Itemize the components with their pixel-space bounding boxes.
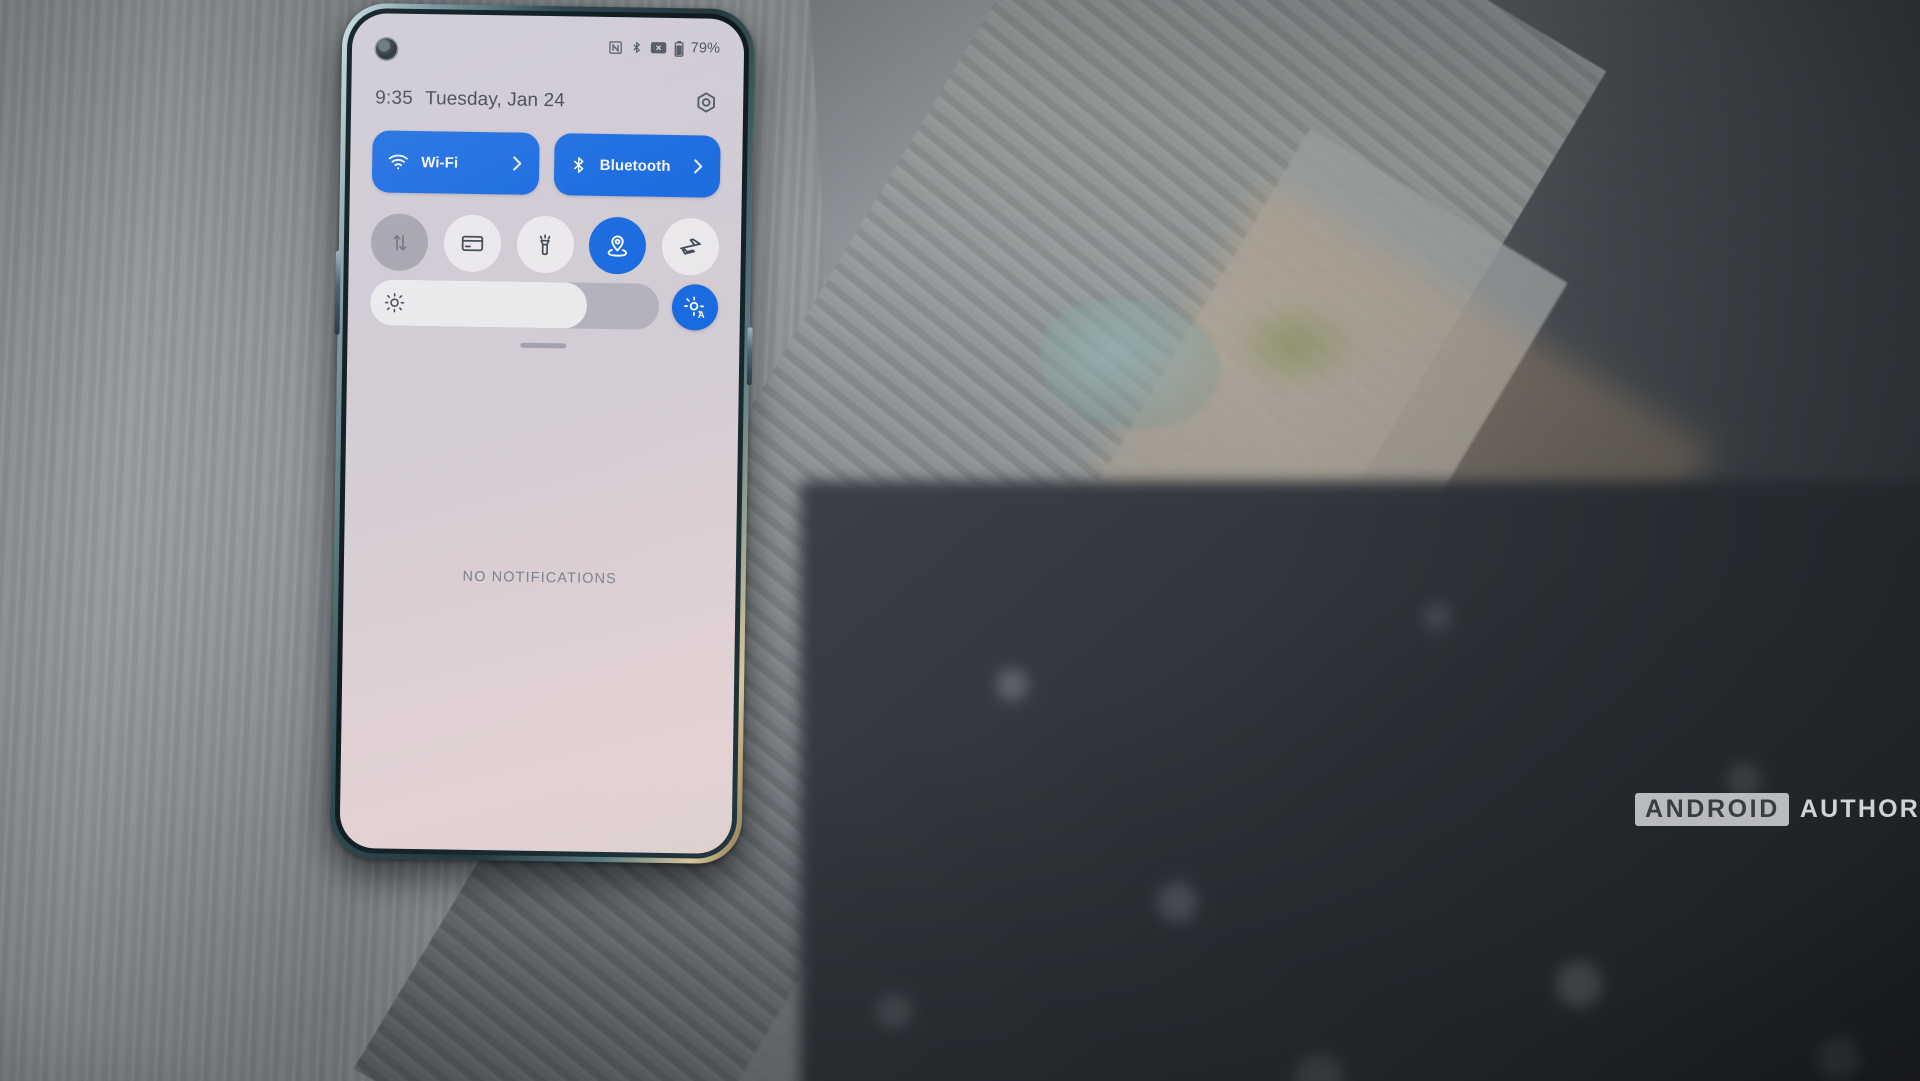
- brightness-row: A: [369, 279, 719, 331]
- chevron-right-icon[interactable]: [510, 154, 524, 172]
- brightness-icon: [384, 292, 405, 313]
- tile-wallet[interactable]: [443, 214, 502, 273]
- location-pin-icon: [607, 235, 628, 257]
- vibrate-mode-icon: [650, 42, 666, 54]
- tile-flashlight[interactable]: [516, 215, 574, 274]
- battery-icon: [674, 40, 684, 57]
- watermark: ANDROID AUTHORITY: [1635, 793, 1920, 826]
- auto-brightness-icon: A: [683, 295, 704, 319]
- power-button[interactable]: [746, 327, 753, 386]
- gear-icon[interactable]: [693, 90, 719, 116]
- watermark-brand-plain: AUTHORITY: [1799, 795, 1920, 823]
- phone-screen: 79% 9:35 Tuesday, Jan 24 Wi-Fi Bluetooth…: [339, 12, 745, 855]
- battery-percentage: 79%: [690, 40, 721, 57]
- brightness-slider[interactable]: [369, 279, 660, 330]
- chevron-right-icon[interactable]: [691, 157, 705, 175]
- date-label[interactable]: Tuesday, Jan 24: [425, 88, 565, 112]
- card-icon: [461, 235, 483, 252]
- svg-text:A: A: [697, 309, 704, 319]
- auto-brightness-button[interactable]: A: [671, 284, 719, 331]
- bluetooth-icon: [573, 156, 583, 173]
- airplane-icon: [680, 238, 701, 255]
- tile-mobile-data[interactable]: [370, 213, 429, 272]
- flashlight-icon: [539, 233, 551, 255]
- quick-settings-header: 9:35 Tuesday, Jan 24: [351, 85, 743, 117]
- bluetooth-pill[interactable]: Bluetooth: [553, 133, 721, 198]
- wifi-label: Wi-Fi: [421, 153, 459, 172]
- panel-drag-handle[interactable]: [520, 342, 567, 349]
- smartphone: 79% 9:35 Tuesday, Jan 24 Wi-Fi Bluetooth…: [329, 2, 755, 865]
- no-notifications-label: NO NOTIFICATIONS: [462, 568, 617, 588]
- nfc-icon: [608, 40, 622, 54]
- photo-vignette: [0, 0, 1920, 1081]
- bluetooth-icon: [633, 41, 640, 53]
- clock-time[interactable]: 9:35: [375, 87, 413, 110]
- status-bar: 79%: [352, 32, 744, 60]
- wifi-icon: [388, 154, 408, 170]
- background-photo: [0, 0, 1920, 1081]
- connectivity-pills: Wi-Fi Bluetooth: [371, 130, 721, 198]
- wifi-pill[interactable]: Wi-Fi: [371, 130, 540, 195]
- tile-location[interactable]: [588, 216, 647, 275]
- bluetooth-label: Bluetooth: [599, 156, 671, 175]
- data-arrows-icon: [392, 234, 407, 251]
- tile-airplane-mode[interactable]: [661, 217, 720, 276]
- quick-setting-tiles: [370, 213, 720, 276]
- watermark-brand-boxed: ANDROID: [1635, 793, 1789, 826]
